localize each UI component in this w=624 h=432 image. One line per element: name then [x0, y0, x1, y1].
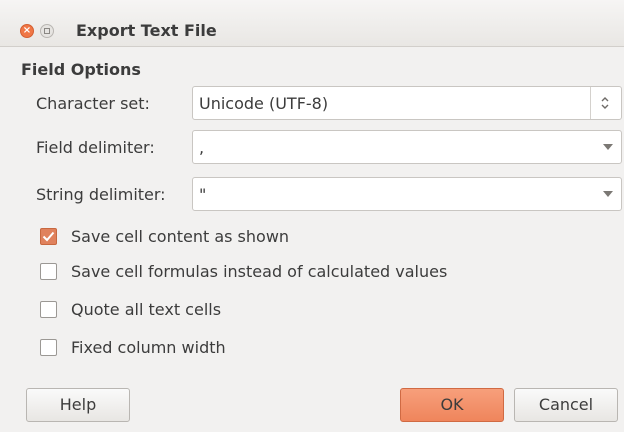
string-delimiter-label: String delimiter: [36, 185, 166, 204]
window-title: Export Text File [76, 21, 217, 40]
checkbox-icon[interactable] [40, 263, 57, 280]
help-button[interactable]: Help [26, 388, 130, 422]
dropdown-arrow-icon[interactable] [595, 178, 621, 210]
checkbox-label: Fixed column width [71, 338, 226, 357]
checkbox-icon[interactable] [40, 339, 57, 356]
character-set-value: Unicode (UTF-8) [199, 94, 329, 113]
minimize-icon[interactable] [40, 24, 54, 38]
checkbox-label: Save cell formulas instead of calculated… [71, 262, 448, 281]
checkbox-checked-icon[interactable] [40, 228, 57, 245]
checkbox-label: Quote all text cells [71, 300, 222, 319]
field-options-heading: Field Options [21, 60, 141, 79]
ok-button[interactable]: OK [400, 388, 504, 422]
character-set-label: Character set: [36, 94, 150, 113]
title-bar: × Export Text File [0, 0, 624, 47]
cancel-button[interactable]: Cancel [514, 388, 618, 422]
spin-arrows-icon[interactable] [590, 87, 621, 119]
checkbox-icon[interactable] [40, 301, 57, 318]
string-delimiter-value: " [199, 185, 207, 204]
field-delimiter-value: , [199, 138, 205, 157]
checkbox-label: Save cell content as shown [71, 227, 290, 246]
field-delimiter-label: Field delimiter: [36, 138, 155, 157]
string-delimiter-combo[interactable]: " [192, 177, 622, 211]
field-delimiter-combo[interactable]: , [192, 130, 622, 164]
export-text-file-dialog: × Export Text File Field Options Charact… [0, 0, 624, 432]
character-set-combo[interactable]: Unicode (UTF-8) [192, 86, 622, 120]
close-icon[interactable]: × [20, 24, 34, 38]
dropdown-arrow-icon[interactable] [595, 131, 621, 163]
